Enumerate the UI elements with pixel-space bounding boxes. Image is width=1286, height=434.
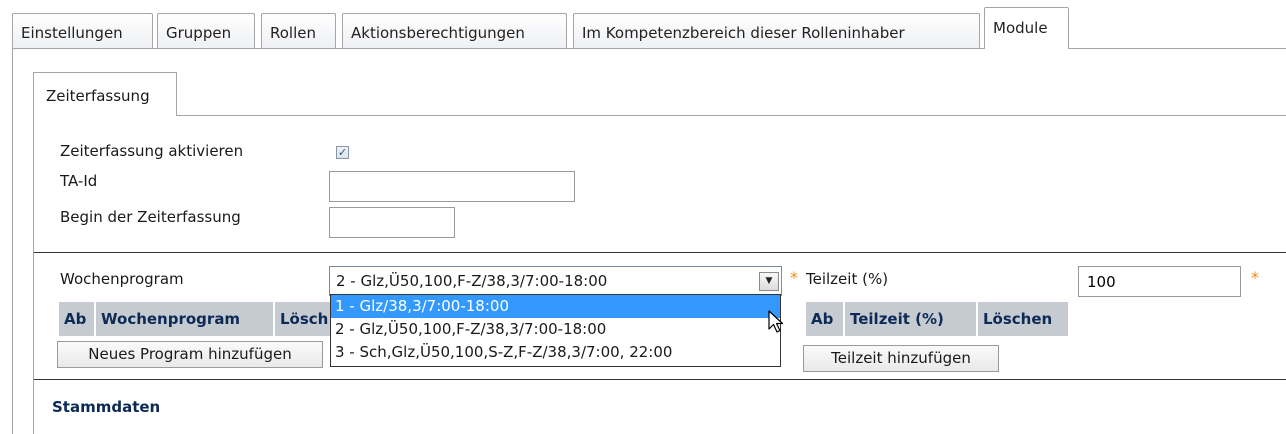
teilzeit-label: Teilzeit (%)	[806, 270, 889, 288]
begin-zeiterfassung-input[interactable]	[329, 207, 455, 238]
column-header-loeschen: Lösch	[275, 302, 335, 336]
tab-aktionsberechtigungen[interactable]: Aktionsberechtigungen	[342, 13, 567, 48]
wochenprogram-dropdown-list[interactable]: 1 - Glz/38,3/7:00-18:00 2 - Glz,Ü50,100,…	[330, 294, 781, 367]
zeiterfassung-aktivieren-checkbox[interactable]: ✓	[336, 146, 349, 159]
tab-module[interactable]: Module	[984, 7, 1069, 49]
begin-zeiterfassung-label: Begin der Zeiterfassung	[60, 208, 241, 226]
teilzeit-hinzufuegen-button[interactable]: Teilzeit hinzufügen	[803, 345, 999, 372]
teilzeit-input[interactable]	[1078, 266, 1241, 297]
neues-program-button[interactable]: Neues Program hinzufügen	[57, 341, 323, 368]
tab-einstellungen[interactable]: Einstellungen	[12, 13, 153, 48]
wochenprogram-select[interactable]: 2 - Glz,Ü50,100,F-Z/38,3/7:00-18:00 ▼	[329, 266, 782, 296]
wochenprogram-selected-value: 2 - Glz,Ü50,100,F-Z/38,3/7:00-18:00	[336, 272, 608, 290]
tab-strip-border	[12, 48, 1286, 49]
panel-border	[12, 48, 13, 434]
dropdown-option[interactable]: 2 - Glz,Ü50,100,F-Z/38,3/7:00-18:00	[331, 318, 780, 341]
required-marker: *	[790, 268, 798, 287]
column-header-loeschen-teilzeit: Löschen	[978, 302, 1068, 336]
divider-bottom	[34, 379, 1286, 380]
tab-kompetenzbereich[interactable]: Im Kompetenzbereich dieser Rolleninhaber	[573, 13, 980, 48]
zeiterfassung-aktivieren-label: Zeiterfassung aktivieren	[60, 142, 244, 160]
required-marker-teilzeit: *	[1251, 268, 1259, 287]
wochenprogram-label: Wochenprogram	[60, 270, 184, 288]
dropdown-option[interactable]: 3 - Sch,Glz,Ü50,100,S-Z,F-Z/38,3/7:00, 2…	[331, 341, 780, 364]
mouse-cursor-icon	[768, 310, 784, 333]
subtab-zeiterfassung[interactable]: Zeiterfassung	[33, 72, 177, 116]
section-title-stammdaten: Stammdaten	[52, 398, 161, 416]
tab-rollen[interactable]: Rollen	[261, 13, 336, 48]
column-header-wochenprogram: Wochenprogram	[96, 302, 273, 336]
ta-id-label: TA-Id	[60, 172, 98, 190]
column-header-ab-teilzeit: Ab	[806, 302, 843, 336]
ta-id-input[interactable]	[329, 171, 575, 202]
dropdown-option[interactable]: 1 - Glz/38,3/7:00-18:00	[331, 295, 780, 318]
subtab-border	[33, 115, 1286, 116]
divider	[34, 252, 1286, 253]
column-header-teilzeit: Teilzeit (%)	[845, 302, 976, 336]
tab-gruppen[interactable]: Gruppen	[157, 13, 255, 48]
subpanel-border	[33, 115, 34, 434]
chevron-down-icon[interactable]: ▼	[759, 272, 779, 291]
column-header-ab: Ab	[59, 302, 94, 336]
